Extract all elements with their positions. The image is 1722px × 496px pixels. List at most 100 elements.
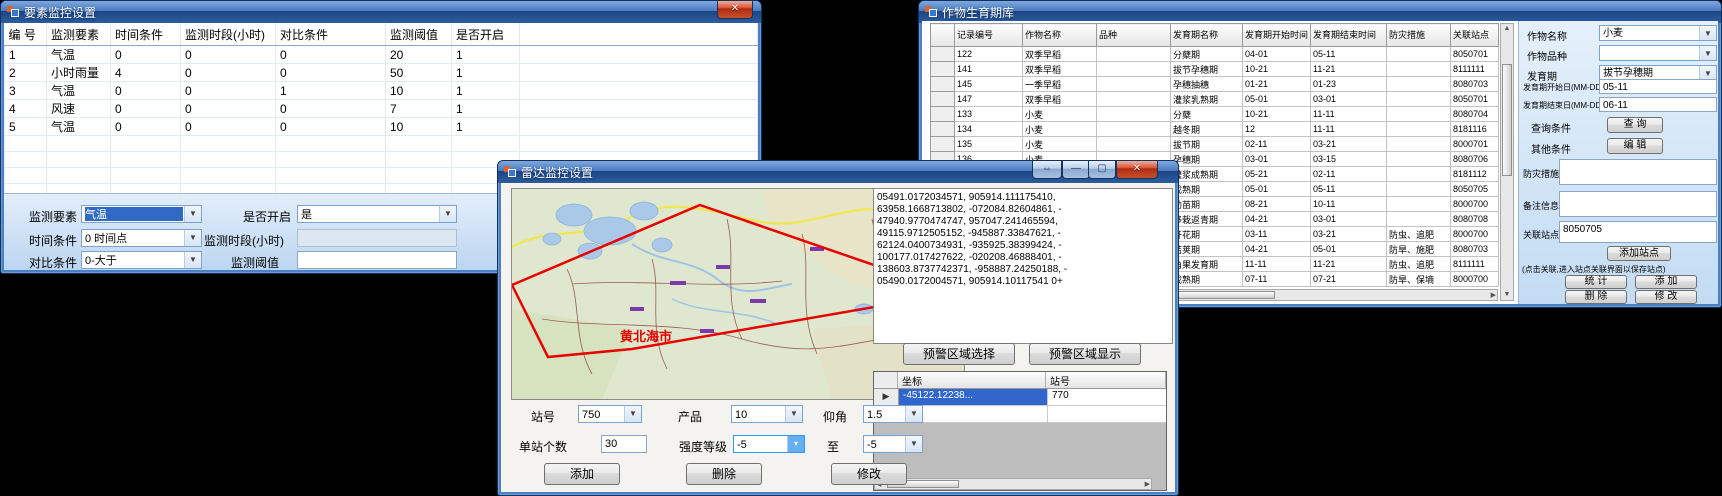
column-header[interactable]: 发育期结束时间 [1311,24,1387,47]
compare-condition-select[interactable]: 0-大于▼ [81,251,202,269]
cell [1097,77,1171,92]
cell [1387,197,1451,212]
table-row[interactable]: 133小麦分蘖10-2111-118080704 [931,107,1499,122]
crop-table-vscrollbar[interactable]: ▲ ▼ [1500,23,1514,301]
row-selector[interactable] [931,137,955,152]
crop-edit-panel: 作物名称 小麦▼ 作物品种 ▼ 发育期 拔节孕穗期▼ 发育期开始日(MM-DD)… [1518,21,1718,304]
table-row[interactable]: 122双季早稻分蘖期04-0105-118050701 [931,47,1499,62]
period-hours-label: 监测时段(小时) [204,232,284,249]
delete-coord-button[interactable]: 删除 [686,463,762,485]
measures-textarea[interactable] [1559,159,1717,185]
grid-row[interactable]: ▶-45122.12238...770 [874,389,1166,406]
column-header[interactable]: 监测阈值 [386,23,452,46]
table-row[interactable]: 145一季早稻孕穗抽穗01-2101-238080703 [931,77,1499,92]
stats-button[interactable]: 统 计 [1565,275,1627,289]
row-selector[interactable] [931,92,955,107]
station-cell[interactable]: 770 [1047,389,1166,405]
coord-cell[interactable]: -45122.12238... [899,389,1047,405]
cell [1387,107,1451,122]
column-header[interactable]: 监测要素 [47,23,111,46]
column-header[interactable]: 监测时段(小时) [181,23,276,46]
window2-maximize-button[interactable]: ▢ [1088,161,1116,179]
modify-button[interactable]: 修 改 [1635,290,1697,304]
column-header[interactable]: 发育期名称 [1171,24,1243,47]
column-header[interactable]: 关联站点 [1451,24,1499,47]
row-selector[interactable] [931,62,955,77]
to-select[interactable]: -5▼ [863,435,923,453]
threshold-input[interactable] [297,251,457,269]
column-header[interactable]: 时间条件 [111,23,181,46]
coord-column-header[interactable]: 坐标 [898,372,1046,388]
row-selector[interactable] [931,122,955,137]
column-header[interactable]: 品种 [1097,24,1171,47]
cell: 10-21 [1243,62,1311,77]
window2-minimize-button[interactable]: — [1062,161,1090,179]
add-coord-button[interactable]: 添加 [544,463,620,485]
start-date-input[interactable]: 05-11 [1599,79,1717,94]
polygon-coords-textarea[interactable]: 05491.0172034571, 905914.111175410, 6395… [873,188,1173,344]
intensity-spinner[interactable]: -5 ▾ [733,435,805,453]
remark-textarea[interactable] [1559,191,1717,217]
select-warning-area-button[interactable]: 预警区域选择 [903,343,1015,365]
window2-extra-button[interactable]: ⇔ [1032,161,1062,179]
row-selector[interactable] [931,47,955,62]
radar-station-select[interactable]: 750▼ [578,405,642,423]
window3-titlebar[interactable]: 作物生育期库 [919,1,1721,23]
variety-select[interactable]: ▼ [1599,45,1717,61]
column-header[interactable]: 作物名称 [1023,24,1097,47]
column-header[interactable]: 编 号 [5,23,47,46]
linked-station-input[interactable]: 8050705 [1559,221,1717,243]
add-button[interactable]: 添 加 [1635,275,1697,289]
query-button[interactable]: 查 询 [1607,117,1663,133]
crop-name-select[interactable]: 小麦▼ [1599,25,1717,41]
show-warning-area-button[interactable]: 预警区域显示 [1029,343,1141,365]
cell: 05-11 [1311,47,1387,62]
end-date-input[interactable]: 06-11 [1599,97,1717,112]
row-selector[interactable] [931,107,955,122]
cell: 02-11 [1311,167,1387,182]
edit-button[interactable]: 编 辑 [1607,138,1663,154]
monitor-element-select[interactable]: 气温 ▼ [81,205,202,223]
cell: 小麦 [1023,137,1097,152]
window2-title: 雷达监控设置 [521,164,593,181]
row-selector[interactable] [931,77,955,92]
table-row[interactable]: 134小麦越冬期1211-118181116 [931,122,1499,137]
window1-titlebar[interactable]: 要素监控设置 [1,1,761,23]
station-column-header[interactable]: 站号 [1046,372,1166,388]
table-row[interactable]: 3气温001101 [5,82,758,100]
chevron-down-icon: ▼ [1699,66,1716,80]
cell: 孕穗抽穗 [1171,77,1243,92]
column-header[interactable]: 是否开启 [452,23,520,46]
cell: 08-21 [1243,197,1311,212]
cell: 气温 [47,118,111,136]
cell [1387,212,1451,227]
table-row[interactable]: 2小时雨量400501 [5,64,758,82]
column-header[interactable]: 发育期开始时间 [1243,24,1311,47]
desktop: 作物生育期库 记录编号作物名称品种发育期名称发育期开始时间发育期结束时间防灾措施… [0,0,1722,496]
coords-grid-vscrollbar[interactable] [1152,372,1166,476]
table-row[interactable]: 141双季早稻拔节孕穗期10-2111-218111111 [931,62,1499,77]
modify-coord-button[interactable]: 修改 [831,463,907,485]
add-station-button[interactable]: 添加站点 [1607,246,1671,261]
column-header[interactable]: 记录编号 [955,24,1023,47]
table-row[interactable]: 5气温000101 [5,118,758,136]
delete-button[interactable]: 删 除 [1565,290,1627,304]
period-hours-input[interactable] [297,229,457,247]
window2-close-button[interactable]: ✕ [1116,161,1158,179]
table-row[interactable]: 147双季早稻灌浆乳熟期05-0103-018050701 [931,92,1499,107]
table-row[interactable]: 4风速00071 [5,100,758,118]
table-row[interactable]: 1气温000201 [5,46,758,64]
coords-grid[interactable]: 坐标 站号 ▶-45122.12238...770* ◀ ▶ [873,371,1167,491]
station-count-input[interactable]: 30 [601,435,647,453]
coords-grid-hscrollbar[interactable]: ◀ ▶ [874,478,1152,490]
table-row[interactable]: 135小麦拔节期02-1103-218000701 [931,137,1499,152]
enabled-select[interactable]: 是▼ [297,205,457,223]
elevation-select[interactable]: 1.5▼ [863,405,923,423]
column-header[interactable]: 对比条件 [276,23,386,46]
column-header[interactable]: 防灾措施 [1387,24,1451,47]
cell: 03-15 [1311,152,1387,167]
cell: 141 [955,62,1023,77]
product-select[interactable]: 10▼ [731,405,803,423]
window1-close-button[interactable]: ✕ [717,1,753,19]
time-condition-select[interactable]: 0 时间点▼ [81,229,202,247]
